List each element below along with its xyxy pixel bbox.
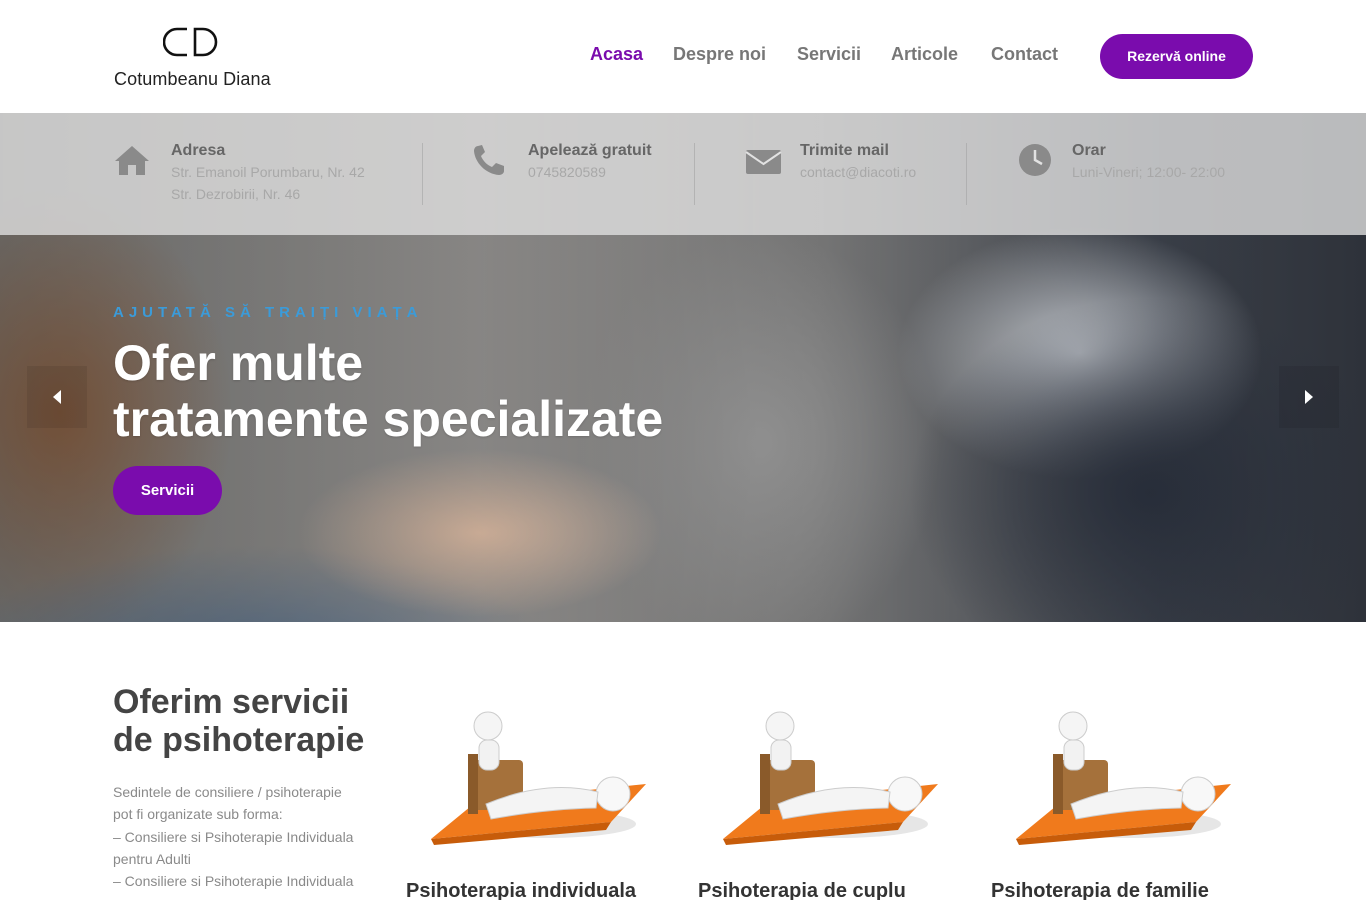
- service-card-title[interactable]: Psihoterapia individuala: [406, 880, 636, 900]
- slider-next-button[interactable]: [1279, 366, 1339, 428]
- info-hours-value: Luni-Vineri; 12:00- 22:00: [1072, 164, 1226, 180]
- services-heading-line-2: de psihoterapie: [113, 721, 365, 759]
- info-address-line-2: Str. Dezrobirii, Nr. 46: [171, 186, 301, 202]
- info-phone-number[interactable]: 0745820589: [528, 164, 606, 180]
- therapy-illustration: [991, 684, 1253, 857]
- info-phone: Apelează gratuit 0745820589: [472, 141, 692, 211]
- hero-title-line-1: Ofer multe: [113, 335, 364, 391]
- therapy-illustration: [406, 684, 668, 857]
- service-card-title[interactable]: Psihoterapia de cuplu: [698, 880, 906, 900]
- services-heading-line-1: Oferim servicii: [113, 683, 350, 721]
- nav-despre-noi[interactable]: Despre noi: [673, 44, 766, 65]
- services-description-line: – Consiliere si Psihoterapie Individuala: [113, 873, 354, 890]
- site-header: Cotumbeanu Diana Acasa Despre noi Servic…: [0, 0, 1366, 113]
- info-mail-address[interactable]: contact@diacoti.ro: [800, 164, 916, 180]
- divider: [422, 143, 423, 205]
- arrow-left-icon: [53, 390, 61, 404]
- info-address-line-1: Str. Emanoil Porumbaru, Nr. 42: [171, 164, 365, 180]
- hero-slider: Adresa Str. Emanoil Porumbaru, Nr. 42 St…: [0, 113, 1366, 622]
- slider-prev-button[interactable]: [27, 366, 87, 428]
- home-icon: [115, 146, 149, 175]
- info-hours-title: Orar: [1072, 142, 1106, 159]
- book-online-button[interactable]: Rezervă online: [1100, 34, 1253, 79]
- therapy-illustration: [698, 684, 960, 857]
- services-description-line: pot fi organizate sub forma:: [113, 806, 283, 823]
- info-address-title: Adresa: [171, 142, 226, 159]
- info-mail-title: Trimite mail: [800, 142, 889, 159]
- info-mail: Trimite mail contact@diacoti.ro: [745, 141, 965, 211]
- hero-subtitle: AJUTATĂ SĂ TRAIȚI VIAȚA: [113, 304, 423, 321]
- envelope-icon: [745, 150, 782, 174]
- nav-articole[interactable]: Articole: [891, 44, 958, 65]
- services-description-line: Sedintele de consiliere / psihoterapie: [113, 784, 342, 800]
- clock-icon: [1019, 144, 1051, 176]
- services-description-line: – Consiliere si Psihoterapie Individuala: [113, 828, 354, 845]
- nav-servicii[interactable]: Servicii: [797, 44, 861, 65]
- contact-info-bar: Adresa Str. Emanoil Porumbaru, Nr. 42 St…: [0, 113, 1366, 235]
- info-address: Adresa Str. Emanoil Porumbaru, Nr. 42 St…: [113, 141, 413, 211]
- hero-title-line-2: tratamente specializate: [113, 391, 664, 447]
- logo-text: Cotumbeanu Diana: [114, 69, 271, 89]
- info-hours: Orar Luni-Vineri; 12:00- 22:00: [1017, 141, 1257, 211]
- service-card-couple[interactable]: Psihoterapia de cuplu: [698, 684, 960, 900]
- divider: [694, 143, 695, 205]
- nav-contact[interactable]: Contact: [991, 44, 1058, 65]
- logo[interactable]: Cotumbeanu Diana: [113, 24, 283, 94]
- divider: [966, 143, 967, 205]
- service-card-title[interactable]: Psihoterapia de familie: [991, 880, 1209, 900]
- services-description-line: pentru Adulti: [113, 850, 191, 867]
- services-heading: Oferim servicii de psihoterapie: [113, 683, 364, 759]
- phone-icon: [474, 145, 504, 175]
- service-card-family[interactable]: Psihoterapia de familie: [991, 684, 1253, 900]
- arrow-right-icon: [1305, 390, 1313, 404]
- services-button[interactable]: Servicii: [113, 466, 222, 515]
- therapy-session-image: [431, 711, 646, 845]
- logo-mark-icon: [163, 27, 218, 57]
- hero-title: Ofer multe tratamente specializate: [113, 335, 663, 447]
- service-card-individual[interactable]: Psihoterapia individuala: [406, 684, 668, 900]
- nav-acasa[interactable]: Acasa: [590, 44, 643, 65]
- services-description: Sedintele de consiliere / psihoterapie p…: [113, 781, 383, 892]
- therapy-session-image: [1016, 711, 1231, 845]
- therapy-session-image: [723, 711, 938, 845]
- info-phone-title: Apelează gratuit: [528, 142, 652, 159]
